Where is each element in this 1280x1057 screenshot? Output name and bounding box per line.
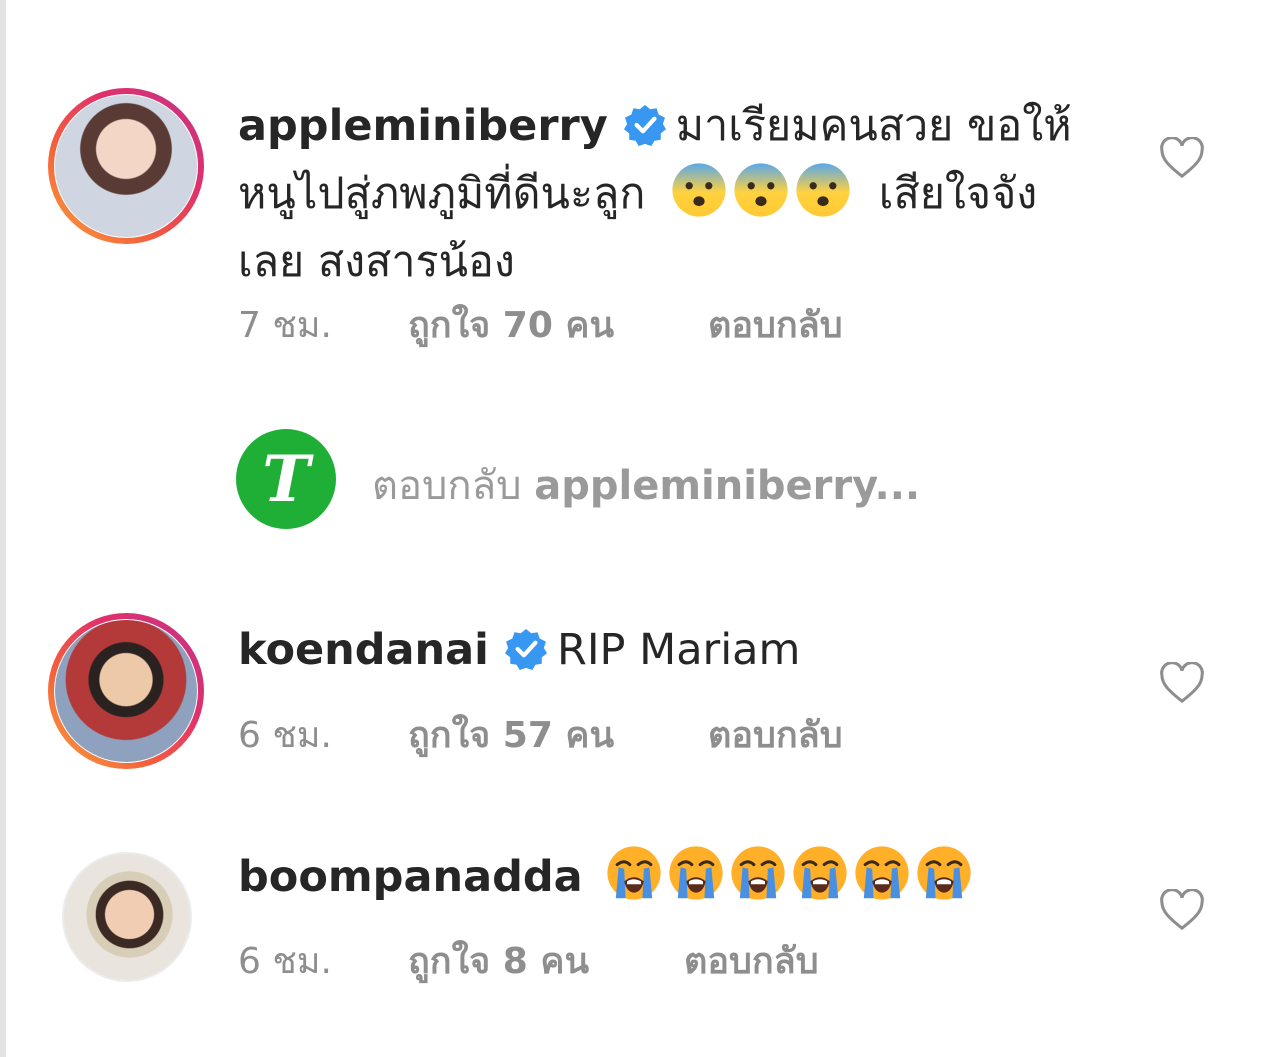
like-count[interactable]: ถูกใจ 57 คน: [408, 706, 614, 763]
reply-author-avatar[interactable]: T: [236, 429, 336, 529]
left-border: [0, 0, 6, 1057]
verified-badge-icon: [623, 105, 666, 146]
loudly-crying-face-icon: [607, 846, 661, 900]
reply-button[interactable]: ตอบกลับ: [708, 706, 843, 763]
username[interactable]: koendanai: [238, 625, 489, 675]
heart-icon[interactable]: [1159, 889, 1205, 931]
view-replies-label[interactable]: ตอบกลับ appleminiberry...: [372, 453, 920, 517]
comment-text: หนูไปสู่ภพภูมิที่ดีนะลูก: [238, 169, 646, 219]
fearful-face-emoji-group: [671, 163, 871, 219]
loudly-crying-emoji-group: [606, 846, 978, 902]
loudly-crying-face-icon: [917, 846, 971, 900]
username[interactable]: appleminiberry: [238, 101, 608, 151]
avatar[interactable]: [62, 852, 192, 982]
comment-text: เสียใจจัง: [878, 169, 1038, 219]
comment-body: koendanai RIP Mariam: [238, 616, 1118, 684]
comment-text: เลย สงสารน้อง: [238, 237, 515, 287]
heart-icon[interactable]: [1159, 662, 1205, 704]
comment-meta: 6 ชม. ถูกใจ 8 คน ตอบกลับ: [238, 932, 938, 982]
avatar[interactable]: [48, 88, 204, 244]
username[interactable]: boompanadda: [238, 852, 583, 902]
loudly-crying-face-icon: [669, 846, 723, 900]
timestamp: 6 ชม.: [238, 715, 332, 756]
comment-meta: 7 ชม. ถูกใจ 70 คน ตอบกลับ: [238, 296, 938, 346]
t-logo-icon: T: [262, 442, 314, 517]
view-replies-target: appleminiberry...: [534, 463, 921, 509]
loudly-crying-face-icon: [731, 846, 785, 900]
like-count[interactable]: ถูกใจ 70 คน: [408, 296, 614, 353]
comment-meta: 6 ชม. ถูกใจ 57 คน ตอบกลับ: [238, 706, 938, 756]
timestamp: 7 ชม.: [238, 305, 332, 346]
loudly-crying-face-icon: [793, 846, 847, 900]
reply-button[interactable]: ตอบกลับ: [708, 296, 843, 353]
fearful-face-icon: [672, 163, 726, 217]
avatar[interactable]: [48, 613, 204, 769]
comment-text: RIP Mariam: [556, 625, 801, 675]
verified-badge-icon: [504, 629, 547, 670]
svg-text:T: T: [262, 442, 314, 517]
fearful-face-icon: [734, 163, 788, 217]
timestamp: 6 ชม.: [238, 941, 332, 982]
reply-button[interactable]: ตอบกลับ: [684, 932, 819, 989]
view-replies-prefix: ตอบกลับ: [372, 463, 522, 509]
loudly-crying-face-icon: [855, 846, 909, 900]
comment-body: appleminiberry มาเรียมคนสวย ขอให้ หนูไปสู…: [238, 92, 1118, 296]
comment-body: boompanadda: [238, 843, 1118, 911]
like-count[interactable]: ถูกใจ 8 คน: [408, 932, 589, 989]
fearful-face-icon: [796, 163, 850, 217]
comment-text: มาเรียมคนสวย ขอให้: [675, 101, 1072, 151]
heart-icon[interactable]: [1159, 137, 1205, 179]
